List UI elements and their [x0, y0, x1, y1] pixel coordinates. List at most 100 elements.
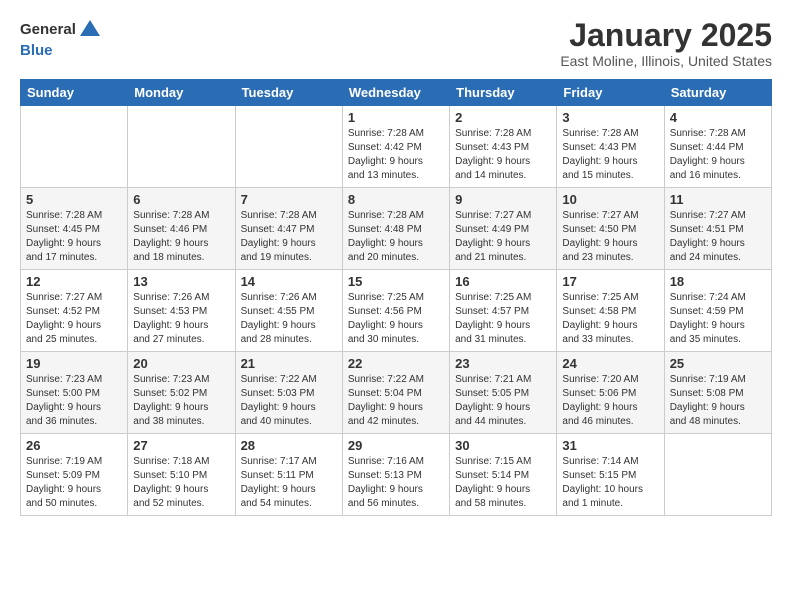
- day-number: 15: [348, 274, 444, 289]
- day-cell: 2 Sunrise: 7:28 AM Sunset: 4:43 PM Daylig…: [450, 106, 557, 188]
- day-number: 3: [562, 110, 658, 125]
- week-row-1: 1 Sunrise: 7:28 AM Sunset: 4:42 PM Daylig…: [21, 106, 772, 188]
- day-number: 31: [562, 438, 658, 453]
- day-detail: Sunrise: 7:19 AM Sunset: 5:08 PM Dayligh…: [670, 373, 766, 429]
- day-cell: 29Sunrise: 7:16 AM Sunset: 5:13 PM Dayli…: [342, 434, 449, 516]
- day-cell: 21 Sunrise: 7:22 AM Sunset: 5:03 PM Dayli…: [235, 352, 342, 434]
- day-cell: 9 Sunrise: 7:27 AM Sunset: 4:49 PM Daylig…: [450, 188, 557, 270]
- day-cell: 13 Sunrise: 7:26 AM Sunset: 4:53 PM Dayli…: [128, 270, 235, 352]
- day-cell: 6 Sunrise: 7:28 AM Sunset: 4:46 PM Daylig…: [128, 188, 235, 270]
- day-number: 8: [348, 192, 444, 207]
- day-cell: [21, 106, 128, 188]
- day-number: 13: [133, 274, 229, 289]
- day-cell: 10Sunrise: 7:27 AM Sunset: 4:50 PM Dayli…: [557, 188, 664, 270]
- day-detail: Sunrise: 7:17 AM Sunset: 5:11 PM Dayligh…: [241, 455, 337, 511]
- day-detail: Sunrise: 7:14 AM Sunset: 5:15 PM Dayligh…: [562, 455, 658, 511]
- week-row-2: 5 Sunrise: 7:28 AM Sunset: 4:45 PM Daylig…: [21, 188, 772, 270]
- logo-icon: [78, 18, 102, 42]
- day-number: 25: [670, 356, 766, 371]
- day-cell: 26 Sunrise: 7:19 AM Sunset: 5:09 PM Dayli…: [21, 434, 128, 516]
- location-subtitle: East Moline, Illinois, United States: [560, 53, 772, 69]
- day-detail: Sunrise: 7:22 AM Sunset: 5:03 PM Dayligh…: [241, 373, 337, 429]
- day-detail: Sunrise: 7:27 AM Sunset: 4:49 PM Dayligh…: [455, 209, 551, 265]
- day-detail: Sunrise: 7:25 AM Sunset: 4:57 PM Dayligh…: [455, 291, 551, 347]
- month-title: January 2025: [560, 18, 772, 53]
- day-number: 16: [455, 274, 551, 289]
- day-number: 1: [348, 110, 444, 125]
- day-cell: 16 Sunrise: 7:25 AM Sunset: 4:57 PM Dayli…: [450, 270, 557, 352]
- day-detail: Sunrise: 7:26 AM Sunset: 4:55 PM Dayligh…: [241, 291, 337, 347]
- day-detail: Sunrise: 7:25 AM Sunset: 4:58 PM Dayligh…: [562, 291, 658, 347]
- day-number: 21: [241, 356, 337, 371]
- header-row: Sunday Monday Tuesday Wednesday Thursday…: [21, 80, 772, 106]
- day-detail: Sunrise: 7:22 AM Sunset: 5:04 PM Dayligh…: [348, 373, 444, 429]
- col-friday: Friday: [557, 80, 664, 106]
- day-cell: 28 Sunrise: 7:17 AM Sunset: 5:11 PM Dayli…: [235, 434, 342, 516]
- day-cell: 4 Sunrise: 7:28 AM Sunset: 4:44 PM Daylig…: [664, 106, 771, 188]
- day-cell: 22 Sunrise: 7:22 AM Sunset: 5:04 PM Dayli…: [342, 352, 449, 434]
- day-detail: Sunrise: 7:24 AM Sunset: 4:59 PM Dayligh…: [670, 291, 766, 347]
- week-row-3: 12Sunrise: 7:27 AM Sunset: 4:52 PM Dayli…: [21, 270, 772, 352]
- day-cell: 18 Sunrise: 7:24 AM Sunset: 4:59 PM Dayli…: [664, 270, 771, 352]
- day-number: 18: [670, 274, 766, 289]
- day-cell: 24 Sunrise: 7:20 AM Sunset: 5:06 PM Dayli…: [557, 352, 664, 434]
- day-number: 6: [133, 192, 229, 207]
- title-block: January 2025 East Moline, Illinois, Unit…: [560, 18, 772, 69]
- day-detail: Sunrise: 7:28 AM Sunset: 4:44 PM Dayligh…: [670, 127, 766, 183]
- day-cell: 1 Sunrise: 7:28 AM Sunset: 4:42 PM Daylig…: [342, 106, 449, 188]
- day-number: 22: [348, 356, 444, 371]
- logo: General Blue: [20, 18, 102, 60]
- day-cell: 27 Sunrise: 7:18 AM Sunset: 5:10 PM Dayli…: [128, 434, 235, 516]
- day-cell: 7Sunrise: 7:28 AM Sunset: 4:47 PM Daylig…: [235, 188, 342, 270]
- day-number: 19: [26, 356, 122, 371]
- day-detail: Sunrise: 7:27 AM Sunset: 4:51 PM Dayligh…: [670, 209, 766, 265]
- day-detail: Sunrise: 7:28 AM Sunset: 4:46 PM Dayligh…: [133, 209, 229, 265]
- day-number: 2: [455, 110, 551, 125]
- day-detail: Sunrise: 7:20 AM Sunset: 5:06 PM Dayligh…: [562, 373, 658, 429]
- day-cell: 5 Sunrise: 7:28 AM Sunset: 4:45 PM Daylig…: [21, 188, 128, 270]
- calendar-table: Sunday Monday Tuesday Wednesday Thursday…: [20, 79, 772, 516]
- day-cell: 8 Sunrise: 7:28 AM Sunset: 4:48 PM Daylig…: [342, 188, 449, 270]
- col-wednesday: Wednesday: [342, 80, 449, 106]
- day-detail: Sunrise: 7:28 AM Sunset: 4:48 PM Dayligh…: [348, 209, 444, 265]
- day-number: 5: [26, 192, 122, 207]
- day-detail: Sunrise: 7:28 AM Sunset: 4:42 PM Dayligh…: [348, 127, 444, 183]
- day-number: 10: [562, 192, 658, 207]
- day-detail: Sunrise: 7:23 AM Sunset: 5:00 PM Dayligh…: [26, 373, 122, 429]
- day-cell: 15 Sunrise: 7:25 AM Sunset: 4:56 PM Dayli…: [342, 270, 449, 352]
- day-number: 20: [133, 356, 229, 371]
- day-number: 4: [670, 110, 766, 125]
- day-number: 9: [455, 192, 551, 207]
- day-detail: Sunrise: 7:25 AM Sunset: 4:56 PM Dayligh…: [348, 291, 444, 347]
- day-detail: Sunrise: 7:28 AM Sunset: 4:43 PM Dayligh…: [455, 127, 551, 183]
- day-cell: 30Sunrise: 7:15 AM Sunset: 5:14 PM Dayli…: [450, 434, 557, 516]
- day-number: 23: [455, 356, 551, 371]
- day-cell: 12Sunrise: 7:27 AM Sunset: 4:52 PM Dayli…: [21, 270, 128, 352]
- day-number: 30: [455, 438, 551, 453]
- day-detail: Sunrise: 7:28 AM Sunset: 4:43 PM Dayligh…: [562, 127, 658, 183]
- day-number: 17: [562, 274, 658, 289]
- day-cell: 11Sunrise: 7:27 AM Sunset: 4:51 PM Dayli…: [664, 188, 771, 270]
- day-detail: Sunrise: 7:19 AM Sunset: 5:09 PM Dayligh…: [26, 455, 122, 511]
- day-cell: 23Sunrise: 7:21 AM Sunset: 5:05 PM Dayli…: [450, 352, 557, 434]
- week-row-4: 19 Sunrise: 7:23 AM Sunset: 5:00 PM Dayli…: [21, 352, 772, 434]
- day-cell: [235, 106, 342, 188]
- day-detail: Sunrise: 7:28 AM Sunset: 4:45 PM Dayligh…: [26, 209, 122, 265]
- day-cell: 31 Sunrise: 7:14 AM Sunset: 5:15 PM Dayli…: [557, 434, 664, 516]
- day-number: 26: [26, 438, 122, 453]
- day-cell: 3 Sunrise: 7:28 AM Sunset: 4:43 PM Daylig…: [557, 106, 664, 188]
- day-cell: 20Sunrise: 7:23 AM Sunset: 5:02 PM Dayli…: [128, 352, 235, 434]
- day-number: 24: [562, 356, 658, 371]
- day-cell: [664, 434, 771, 516]
- day-number: 27: [133, 438, 229, 453]
- day-cell: 25 Sunrise: 7:19 AM Sunset: 5:08 PM Dayli…: [664, 352, 771, 434]
- day-cell: 19 Sunrise: 7:23 AM Sunset: 5:00 PM Dayli…: [21, 352, 128, 434]
- col-sunday: Sunday: [21, 80, 128, 106]
- day-detail: Sunrise: 7:18 AM Sunset: 5:10 PM Dayligh…: [133, 455, 229, 511]
- week-row-5: 26 Sunrise: 7:19 AM Sunset: 5:09 PM Dayli…: [21, 434, 772, 516]
- day-detail: Sunrise: 7:26 AM Sunset: 4:53 PM Dayligh…: [133, 291, 229, 347]
- day-number: 28: [241, 438, 337, 453]
- calendar-body: 1 Sunrise: 7:28 AM Sunset: 4:42 PM Daylig…: [21, 106, 772, 516]
- day-number: 14: [241, 274, 337, 289]
- logo-blue-text: Blue: [20, 42, 53, 59]
